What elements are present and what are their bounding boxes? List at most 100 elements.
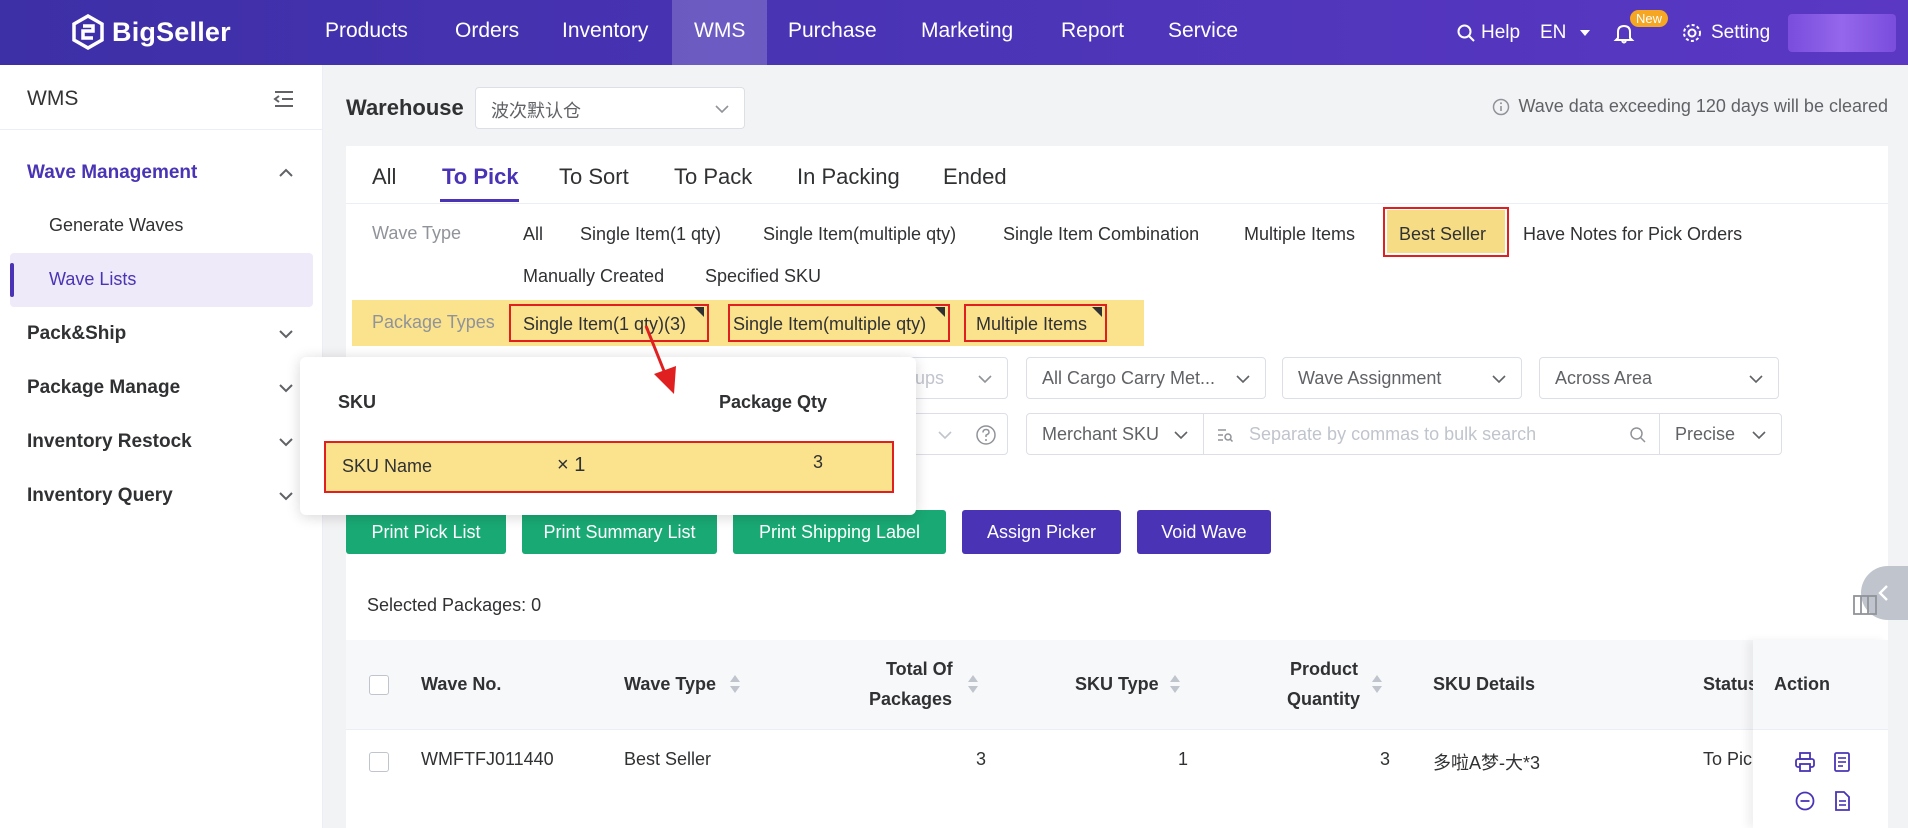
sort-icon[interactable] <box>728 673 742 695</box>
cell-product-quantity: 3 <box>1380 749 1391 769</box>
th-total-packages-line1[interactable]: Total Of <box>886 654 953 684</box>
chevron-up-icon[interactable] <box>278 165 294 181</box>
cargo-carry-method-select[interactable]: All Cargo Carry Met... <box>1026 357 1266 399</box>
document-icon[interactable] <box>1831 790 1853 812</box>
void-wave-button[interactable]: Void Wave <box>1137 510 1271 554</box>
popover-multiplier: × 1 <box>557 454 586 476</box>
merchant-sku-select[interactable]: Merchant SKU <box>1026 413 1204 455</box>
collapse-menu-icon[interactable] <box>272 87 296 111</box>
print-shipping-label-button[interactable]: Print Shipping Label <box>733 510 946 554</box>
wave-type-manually-created[interactable]: Manually Created <box>523 266 664 287</box>
brand-logo[interactable]: BigSeller <box>72 14 231 50</box>
help-label: Help <box>1481 21 1521 43</box>
new-badge: New <box>1630 10 1669 27</box>
th-product-quantity-line2[interactable]: Quantity <box>1287 684 1360 714</box>
tab-ended[interactable]: Ended <box>943 164 1007 190</box>
sidebar-group-inventory-query[interactable]: Inventory Query <box>27 485 173 507</box>
wave-type-multiple-items[interactable]: Multiple Items <box>1244 224 1355 245</box>
nav-purchase[interactable]: Purchase <box>788 0 877 65</box>
sidebar-group-package-manage[interactable]: Package Manage <box>27 377 180 399</box>
account-avatar[interactable] <box>1788 14 1896 52</box>
popover-package-qty: 3 <box>813 452 824 472</box>
th-wave-type[interactable]: Wave Type <box>624 669 716 699</box>
chevron-down-icon[interactable] <box>278 380 294 396</box>
cell-total-packages: 3 <box>976 749 987 769</box>
nav-wms[interactable]: WMS <box>672 0 768 65</box>
sort-icon[interactable] <box>966 673 980 695</box>
wave-type-single-1qty[interactable]: Single Item(1 qty) <box>580 224 721 245</box>
wave-type-combination[interactable]: Single Item Combination <box>1003 224 1199 245</box>
wave-type-specified-sku[interactable]: Specified SKU <box>705 266 821 287</box>
printer-icon[interactable] <box>1794 751 1816 773</box>
nav-service[interactable]: Service <box>1168 0 1238 65</box>
chevron-down-icon[interactable] <box>278 326 294 342</box>
package-type-single-multi[interactable]: Single Item(multiple qty) <box>733 314 926 335</box>
corner-marker <box>694 307 704 317</box>
nav-marketing[interactable]: Marketing <box>921 0 1013 65</box>
wave-type-have-notes[interactable]: Have Notes for Pick Orders <box>1523 224 1742 245</box>
th-product-quantity-line1[interactable]: Product <box>1290 654 1358 684</box>
chevron-down-icon <box>978 375 992 384</box>
sidebar-title: WMS <box>27 87 79 110</box>
print-summary-list-button[interactable]: Print Summary List <box>522 510 717 554</box>
notification-bell[interactable] <box>1613 0 1635 65</box>
tab-in-packing[interactable]: In Packing <box>797 164 900 190</box>
chevron-down-icon <box>938 431 952 440</box>
wave-type-best-seller[interactable]: Best Seller <box>1399 224 1486 245</box>
setting-link[interactable]: Setting <box>1681 0 1770 65</box>
language-label: EN <box>1540 21 1567 43</box>
sidebar-group-inventory-restock[interactable]: Inventory Restock <box>27 431 192 453</box>
help-link[interactable]: Help <box>1456 0 1520 65</box>
selected-packages-count: Selected Packages: 0 <box>367 595 542 615</box>
row-checkbox[interactable] <box>369 752 389 772</box>
th-total-packages-line2[interactable]: Packages <box>869 684 952 714</box>
tabs-divider <box>346 203 1888 204</box>
pick-list-icon[interactable] <box>1831 751 1853 773</box>
sidebar-group-wave-management[interactable]: Wave Management <box>27 162 197 184</box>
corner-marker <box>1092 307 1102 317</box>
sort-icon[interactable] <box>1370 673 1384 695</box>
tab-all[interactable]: All <box>372 164 396 190</box>
void-icon[interactable] <box>1794 790 1816 812</box>
sidebar-group-pack-ship[interactable]: Pack&Ship <box>27 323 126 345</box>
corner-marker <box>935 307 945 317</box>
bigseller-logo-icon <box>72 14 104 50</box>
chevron-down-icon[interactable] <box>278 488 294 504</box>
package-types-label: Package Types <box>372 312 495 332</box>
language-select[interactable]: EN <box>1540 0 1591 65</box>
nav-products[interactable]: Products <box>325 0 408 65</box>
sidebar-item-generate-waves[interactable]: Generate Waves <box>49 215 183 236</box>
sidebar-item-wave-lists[interactable]: Wave Lists <box>49 269 136 290</box>
assign-picker-button[interactable]: Assign Picker <box>962 510 1121 554</box>
sort-icon[interactable] <box>1168 673 1182 695</box>
chevron-down-icon <box>1752 431 1766 440</box>
wave-assignment-select[interactable]: Wave Assignment <box>1282 357 1522 399</box>
nav-inventory[interactable]: Inventory <box>562 0 648 65</box>
chevron-down-icon[interactable] <box>278 434 294 450</box>
gear-icon <box>1683 23 1701 42</box>
column-settings-icon[interactable] <box>1852 592 1878 618</box>
cell-wave-no[interactable]: WMFTFJ011440 <box>421 749 554 770</box>
match-mode-select[interactable]: Precise <box>1659 413 1782 455</box>
wave-type-single-multi[interactable]: Single Item(multiple qty) <box>763 224 956 245</box>
search-icon[interactable] <box>1629 426 1647 444</box>
action-column: Action <box>1753 640 1888 828</box>
tab-to-sort[interactable]: To Sort <box>559 164 629 190</box>
warehouse-label: Warehouse <box>346 95 464 120</box>
th-sku-type[interactable]: SKU Type <box>1075 669 1159 699</box>
help-circle-icon[interactable] <box>975 424 997 446</box>
tab-to-pack[interactable]: To Pack <box>674 164 752 190</box>
warehouse-select[interactable]: 波次默认仓 <box>475 87 745 129</box>
sku-search-input[interactable]: Separate by commas to bulk search <box>1203 413 1660 455</box>
nav-orders[interactable]: Orders <box>455 0 519 65</box>
sidebar: WMS Wave Management Generate Waves Wave … <box>0 65 323 828</box>
tab-to-pick[interactable]: To Pick <box>442 164 519 190</box>
chevron-down-icon <box>1492 375 1506 384</box>
print-pick-list-button[interactable]: Print Pick List <box>346 510 506 554</box>
wave-type-all[interactable]: All <box>523 224 543 245</box>
package-type-multiple-items[interactable]: Multiple Items <box>976 314 1087 335</box>
info-icon <box>1493 98 1510 115</box>
nav-report[interactable]: Report <box>1061 0 1124 65</box>
across-area-select[interactable]: Across Area <box>1539 357 1779 399</box>
select-all-checkbox[interactable] <box>369 675 389 695</box>
